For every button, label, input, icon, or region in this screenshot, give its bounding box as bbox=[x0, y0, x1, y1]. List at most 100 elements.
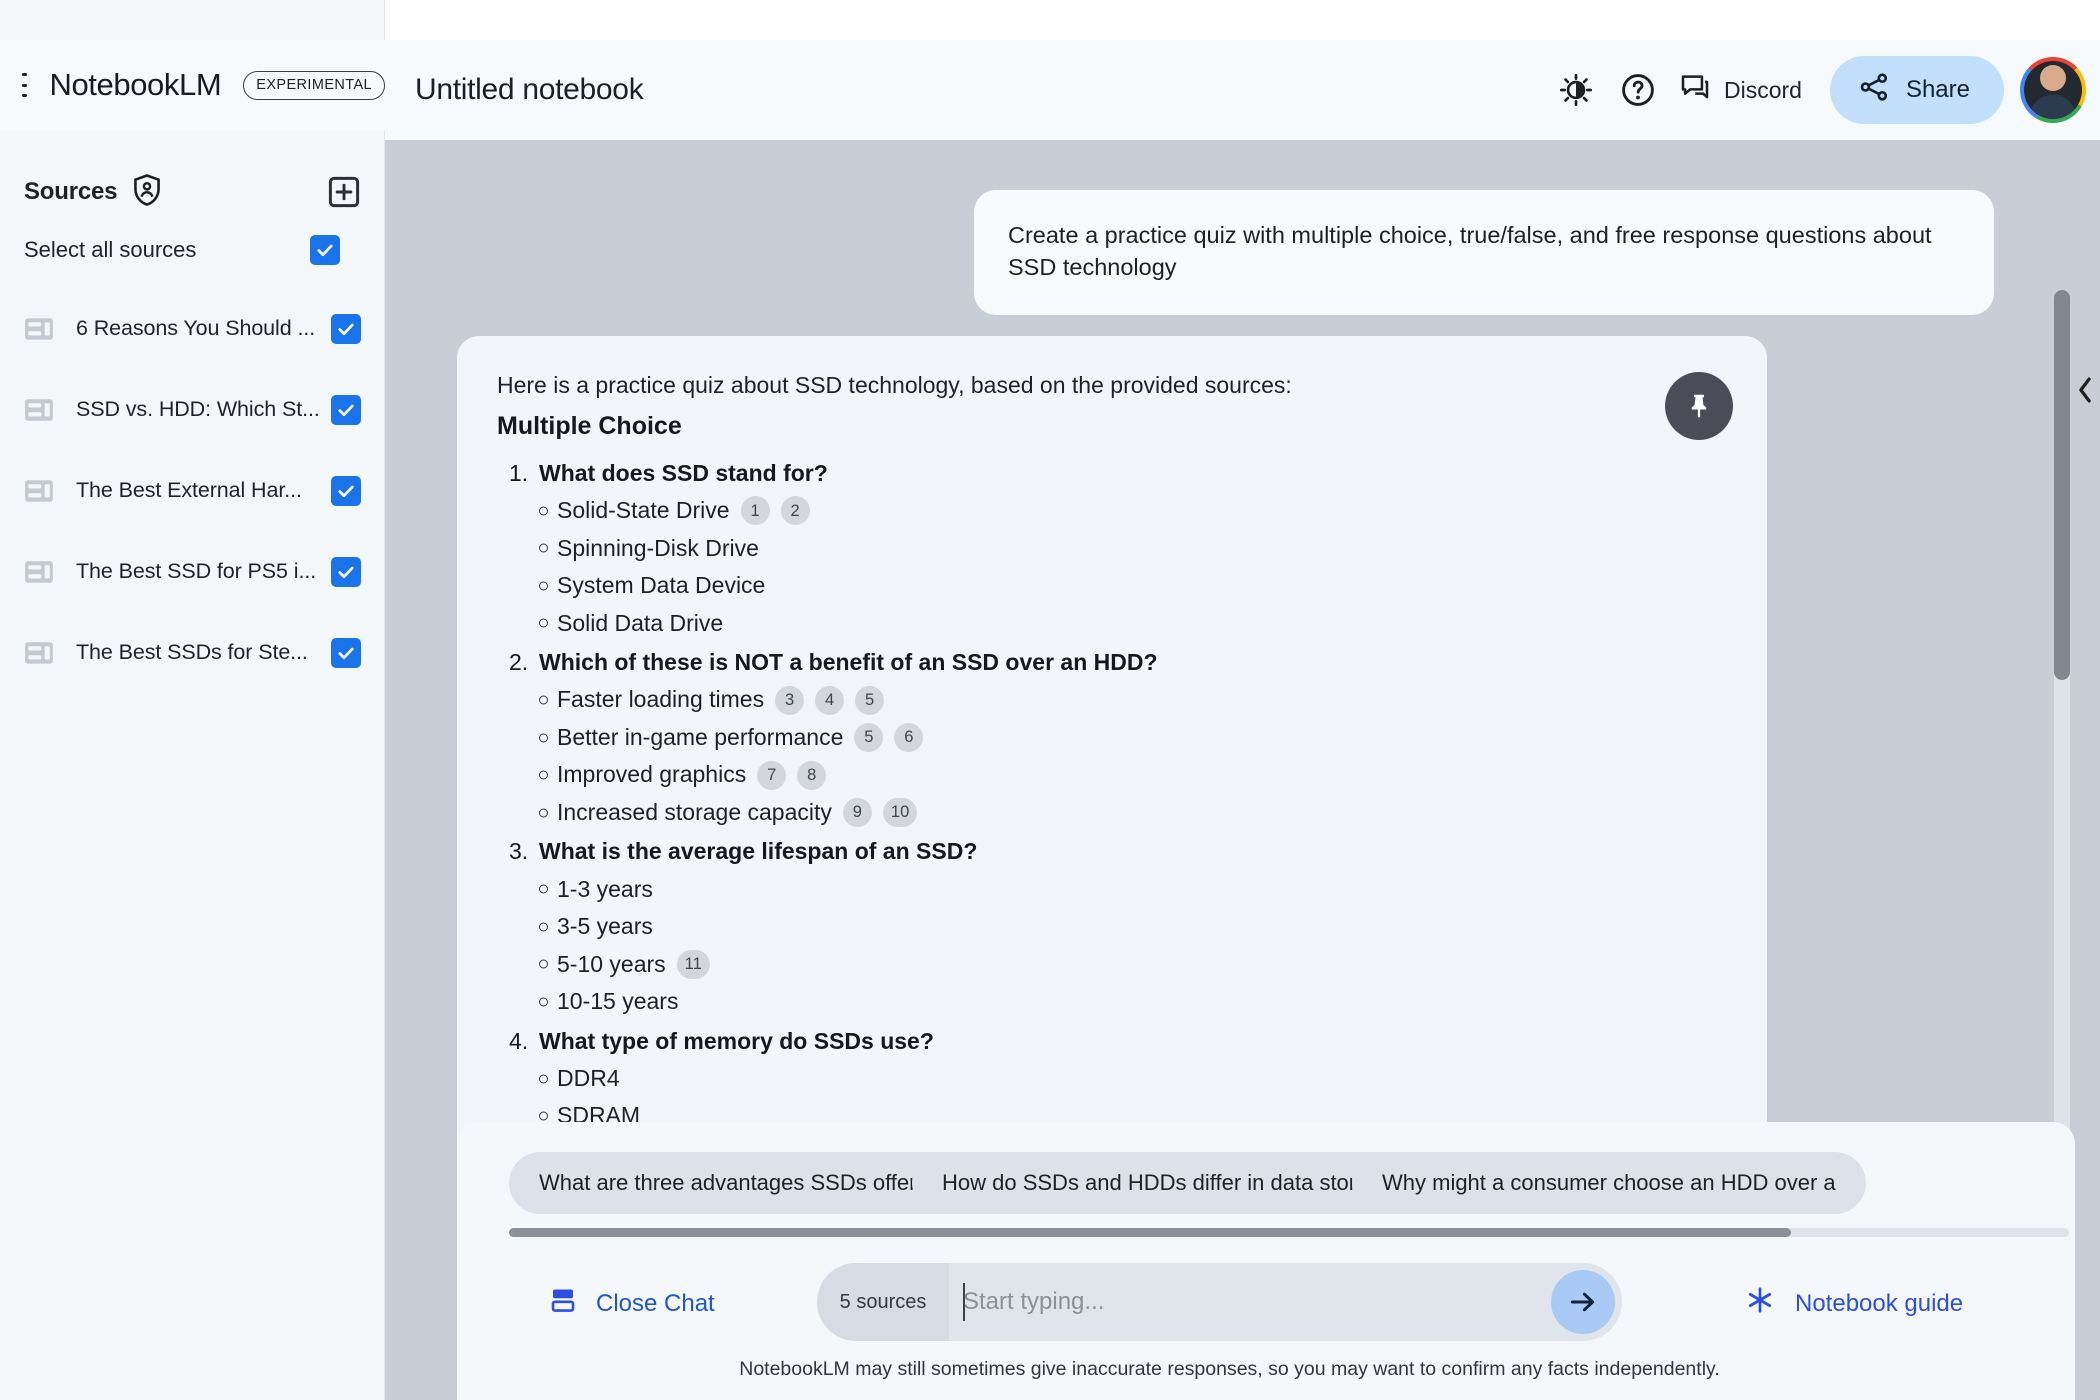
option-bullet-icon bbox=[539, 959, 548, 969]
document-icon bbox=[22, 474, 56, 508]
source-item-checkbox[interactable] bbox=[331, 394, 361, 425]
hamburger-menu-icon[interactable] bbox=[22, 73, 28, 97]
notebook-guide-button[interactable]: Notebook guide bbox=[1745, 1285, 1963, 1322]
quiz-option[interactable]: Better in-game performance 5 6 bbox=[497, 719, 1717, 756]
question-text: Which of these is NOT a benefit of an SS… bbox=[509, 644, 1158, 682]
option-bullet-icon bbox=[539, 1074, 548, 1084]
share-button[interactable]: Share bbox=[1829, 56, 2004, 124]
option-list: 1-3 years 3-5 years 5-10 years 11 10-15 year… bbox=[497, 871, 1717, 1021]
share-nodes-icon bbox=[1858, 71, 1890, 110]
option-label: Improved graphics bbox=[557, 761, 747, 788]
option-label: System Data Device bbox=[557, 572, 766, 599]
sources-count-chip[interactable]: 5 sources bbox=[817, 1263, 949, 1341]
citation-chip[interactable]: 3 bbox=[775, 685, 805, 715]
source-item-checkbox[interactable] bbox=[331, 556, 361, 587]
quiz-option[interactable]: 5-10 years 11 bbox=[497, 946, 1717, 983]
close-chat-icon bbox=[548, 1285, 578, 1322]
option-label: 5-10 years bbox=[557, 950, 666, 977]
option-bullet-icon bbox=[539, 922, 548, 932]
citation-chip[interactable]: 6 bbox=[894, 723, 924, 753]
select-all-checkbox[interactable] bbox=[310, 235, 340, 265]
sources-title: Sources bbox=[24, 178, 118, 205]
source-list-item[interactable]: 6 Reasons You Should ... bbox=[0, 288, 385, 369]
option-label: Solid Data Drive bbox=[557, 609, 724, 636]
help-circle-icon[interactable] bbox=[1607, 59, 1669, 121]
user-prompt-text: Create a practice quiz with multiple cho… bbox=[1008, 222, 1932, 281]
pushpin-icon[interactable] bbox=[1665, 372, 1733, 440]
quiz-option[interactable]: Solid-State Drive 1 2 bbox=[497, 492, 1717, 529]
quiz-option[interactable]: Spinning-Disk Drive bbox=[497, 530, 1717, 567]
option-label: Solid-State Drive bbox=[557, 497, 730, 524]
close-chat-button[interactable]: Close Chat bbox=[548, 1285, 715, 1322]
source-item-checkbox[interactable] bbox=[331, 313, 361, 344]
citation-chip[interactable]: 5 bbox=[854, 723, 884, 753]
source-list-item[interactable]: The Best SSD for PS5 i... bbox=[0, 531, 385, 612]
citation-chip[interactable]: 2 bbox=[780, 496, 810, 526]
option-bullet-icon bbox=[539, 695, 548, 705]
citation-chip[interactable]: 9 bbox=[842, 798, 872, 828]
citation-chip[interactable]: 7 bbox=[757, 760, 787, 790]
source-item-label: 6 Reasons You Should ... bbox=[76, 316, 316, 340]
source-item-checkbox[interactable] bbox=[331, 637, 361, 668]
option-label: 3-5 years bbox=[557, 913, 653, 940]
suggestions-scrollbar-thumb[interactable] bbox=[509, 1228, 1791, 1237]
add-source-plus-icon[interactable] bbox=[324, 172, 364, 212]
quiz-option[interactable]: 3-5 years bbox=[497, 908, 1717, 945]
option-bullet-icon bbox=[539, 997, 548, 1007]
source-item-label: The Best External Har... bbox=[76, 478, 302, 502]
option-list: Faster loading times 3 4 5 Better in-game pe… bbox=[497, 681, 1717, 831]
quiz-option[interactable]: Increased storage capacity 9 10 bbox=[497, 794, 1717, 831]
document-icon bbox=[22, 555, 56, 589]
option-label: 1-3 years bbox=[557, 875, 653, 902]
suggested-question-chip[interactable]: Why might a consumer choose an HDD over … bbox=[1352, 1152, 1866, 1214]
source-list-item[interactable]: The Best SSDs for Ste... bbox=[0, 612, 385, 693]
quiz-option[interactable]: Faster loading times 3 4 5 bbox=[497, 681, 1717, 718]
quiz-option[interactable]: Improved graphics 7 8 bbox=[497, 756, 1717, 793]
option-label: Faster loading times bbox=[557, 686, 765, 713]
source-list-item[interactable]: SSD vs. HDD: Which St... bbox=[0, 369, 385, 450]
quiz-option[interactable]: DDR4 bbox=[497, 1060, 1717, 1097]
text-caret bbox=[963, 1283, 965, 1321]
brand-bar: NotebookLM EXPERIMENTAL bbox=[0, 40, 385, 130]
citation-chip[interactable]: 10 bbox=[882, 798, 918, 828]
discord-label: Discord bbox=[1723, 76, 1802, 103]
suggested-questions-row: What are three advantages SSDs offer for… bbox=[457, 1152, 2075, 1214]
chevron-left-icon[interactable] bbox=[2070, 355, 2100, 425]
question-text: What does SSD stand for? bbox=[509, 455, 828, 493]
citation-chip[interactable]: 4 bbox=[815, 685, 845, 715]
experimental-badge: EXPERIMENTAL bbox=[243, 70, 385, 100]
quiz-option[interactable]: 10-15 years bbox=[497, 983, 1717, 1020]
main-scrollbar-thumb[interactable] bbox=[2054, 290, 2070, 680]
citation-chip[interactable]: 11 bbox=[676, 949, 710, 979]
citation-chip[interactable]: 1 bbox=[740, 496, 770, 526]
option-list: Solid-State Drive 1 2 Spinning-Disk Drive Sy… bbox=[497, 492, 1717, 642]
brightness-theme-icon[interactable] bbox=[1545, 59, 1607, 121]
citation-chip[interactable]: 8 bbox=[797, 760, 827, 790]
chat-input-wrapper: 5 sources bbox=[817, 1263, 1622, 1341]
suggestions-scrollbar-track[interactable] bbox=[509, 1228, 2069, 1237]
notebook-title[interactable]: Untitled notebook bbox=[415, 73, 644, 107]
source-list-item[interactable]: The Best External Har... bbox=[0, 450, 385, 531]
discord-button[interactable]: Discord bbox=[1669, 60, 1818, 120]
option-bullet-icon bbox=[539, 581, 548, 591]
quiz-option[interactable]: System Data Device bbox=[497, 567, 1717, 604]
citation-chip[interactable]: 5 bbox=[855, 685, 885, 715]
chat-input[interactable] bbox=[949, 1263, 1622, 1341]
source-item-checkbox[interactable] bbox=[331, 475, 361, 506]
avatar[interactable] bbox=[2020, 57, 2086, 123]
option-label: 10-15 years bbox=[557, 988, 679, 1015]
sparkle-asterisk-icon bbox=[1745, 1285, 1775, 1322]
quiz-option[interactable]: Solid Data Drive bbox=[497, 605, 1717, 642]
quiz-option[interactable]: 1-3 years bbox=[497, 871, 1717, 908]
sources-header: Sources bbox=[24, 170, 369, 214]
source-item-label: The Best SSDs for Ste... bbox=[76, 640, 308, 664]
app-name: NotebookLM bbox=[49, 67, 222, 102]
shield-person-icon bbox=[132, 173, 162, 211]
send-button[interactable] bbox=[1551, 1270, 1615, 1334]
document-icon bbox=[22, 312, 56, 346]
quiz-question: What does SSD stand for? Solid-State Driv… bbox=[497, 455, 1717, 642]
select-all-label: Select all sources bbox=[24, 237, 197, 262]
response-intro: Here is a practice quiz about SSD techno… bbox=[497, 372, 1292, 398]
option-label: Better in-game performance bbox=[557, 723, 844, 750]
select-all-sources-row[interactable]: Select all sources bbox=[24, 228, 364, 272]
